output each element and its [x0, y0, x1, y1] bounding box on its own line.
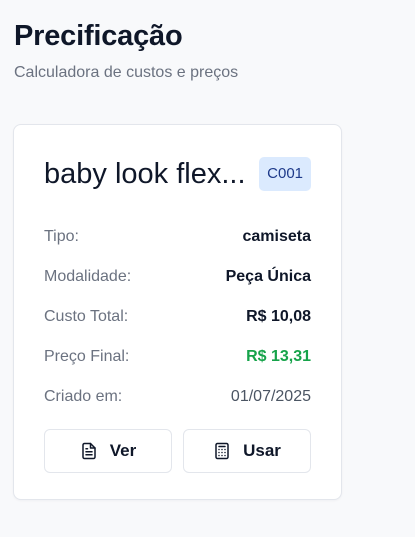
tipo-value: camiseta — [242, 228, 312, 245]
ver-button-label: Ver — [109, 441, 137, 460]
custo-total-value: R$ 10,08 — [246, 308, 311, 325]
ver-button[interactable]: Ver — [44, 429, 172, 473]
card-header: baby look flex... C001 — [44, 155, 311, 193]
pricing-page: Precificação Calculadora de custos e pre… — [0, 0, 415, 537]
code-badge: C001 — [259, 157, 311, 191]
product-name: baby look flex... — [44, 158, 246, 190]
card-actions: Ver Usar — [44, 429, 311, 473]
row-custo-total: Custo Total: R$ 10,08 — [44, 297, 311, 337]
tipo-label: Tipo: — [44, 228, 79, 245]
modalidade-value: Peça Única — [225, 268, 311, 285]
page-title: Precificação — [14, 20, 183, 52]
row-modalidade: Modalidade: Peça Única — [44, 257, 311, 297]
row-preco-final: Preço Final: R$ 13,31 — [44, 337, 311, 377]
product-card: baby look flex... C001 Tipo: camiseta Mo… — [13, 124, 342, 500]
preco-final-value: R$ 13,31 — [246, 348, 311, 365]
custo-total-label: Custo Total: — [44, 308, 129, 325]
preco-final-label: Preço Final: — [44, 348, 130, 365]
criado-em-label: Criado em: — [44, 388, 123, 405]
modalidade-label: Modalidade: — [44, 268, 132, 285]
calculator-icon — [213, 442, 231, 460]
usar-button[interactable]: Usar — [183, 429, 311, 473]
usar-button-label: Usar — [243, 441, 281, 460]
page-subtitle: Calculadora de custos e preços — [14, 64, 239, 81]
row-criado-em: Criado em: 01/07/2025 — [44, 377, 311, 417]
file-text-icon — [80, 442, 98, 460]
row-tipo: Tipo: camiseta — [44, 217, 311, 257]
criado-em-value: 01/07/2025 — [230, 388, 311, 405]
